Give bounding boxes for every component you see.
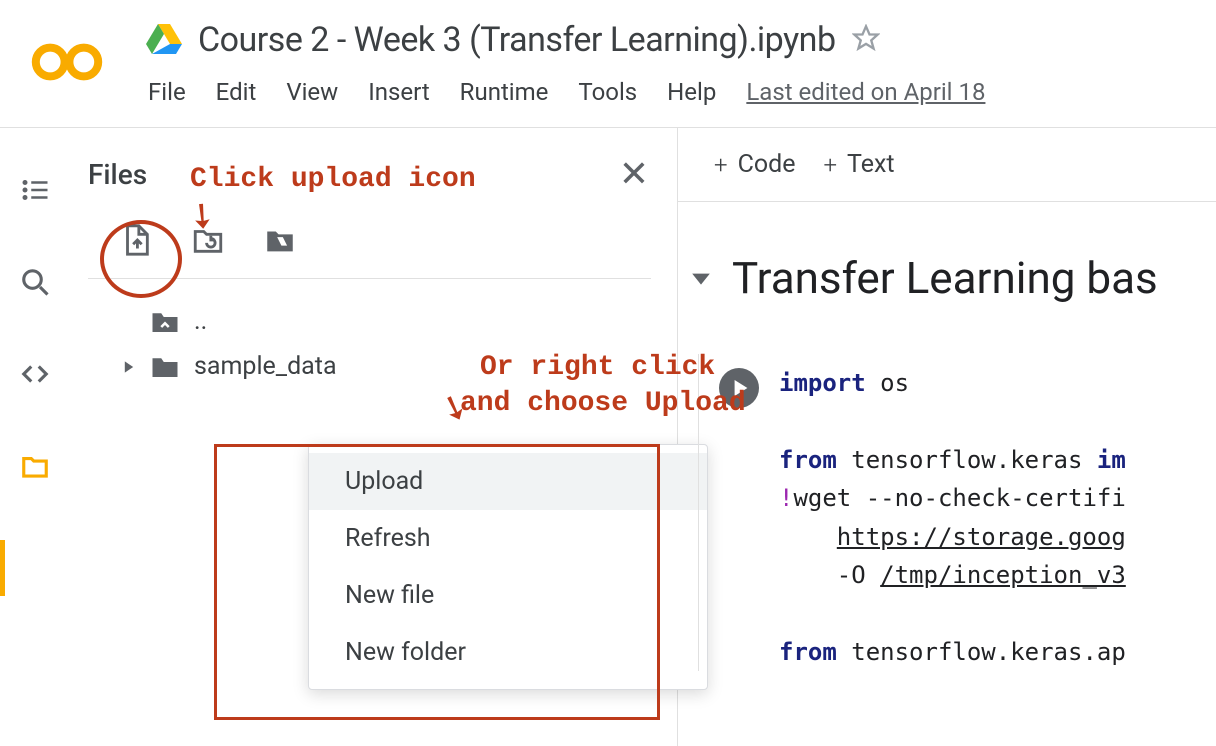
menu-bar: File Edit View Insert Runtime Tools Help… [148, 78, 1216, 106]
parent-folder-label: .. [194, 307, 207, 336]
files-sidebar: Files ✕ .. sample_data [70, 128, 678, 746]
mount-drive-icon[interactable] [260, 220, 300, 260]
toc-icon[interactable] [15, 170, 55, 210]
parent-folder-row[interactable]: .. [122, 299, 677, 344]
last-edited[interactable]: Last edited on April 18 [746, 78, 985, 106]
run-cell-button[interactable] [719, 368, 759, 408]
drive-icon [146, 22, 182, 58]
code-cell[interactable]: import os from tensorflow.keras im!wget … [698, 354, 1216, 671]
files-icon[interactable] [15, 446, 55, 486]
star-icon[interactable] [852, 24, 880, 56]
sidebar-title: Files [88, 158, 147, 191]
menu-help[interactable]: Help [667, 78, 716, 106]
file-tree: .. sample_data [88, 279, 677, 389]
close-icon[interactable]: ✕ [619, 156, 649, 192]
files-toolbar [88, 192, 651, 279]
menu-edit[interactable]: Edit [216, 78, 257, 106]
menu-runtime[interactable]: Runtime [460, 78, 549, 106]
left-rail [0, 128, 70, 746]
ctx-new-file[interactable]: New file [309, 567, 707, 624]
ctx-refresh[interactable]: Refresh [309, 510, 707, 567]
upload-file-icon[interactable] [116, 220, 156, 260]
refresh-folder-icon[interactable] [188, 220, 228, 260]
menu-tools[interactable]: Tools [578, 78, 637, 106]
context-menu: Upload Refresh New file New folder [308, 444, 708, 690]
sample-data-row[interactable]: sample_data [122, 344, 677, 389]
code-snippets-icon[interactable] [15, 354, 55, 394]
ctx-upload[interactable]: Upload [309, 453, 707, 510]
notebook-heading[interactable]: Transfer Learning bas [678, 202, 1216, 334]
code-content[interactable]: import os from tensorflow.keras im!wget … [779, 354, 1126, 671]
header: Course 2 - Week 3 (Transfer Learning).ip… [0, 0, 1216, 128]
rail-indicator [0, 540, 5, 596]
menu-insert[interactable]: Insert [368, 78, 429, 106]
document-title[interactable]: Course 2 - Week 3 (Transfer Learning).ip… [198, 20, 836, 60]
ctx-new-folder[interactable]: New folder [309, 624, 707, 681]
sample-data-label: sample_data [194, 352, 337, 381]
notebook-toolbar: +Code +Text [678, 128, 1216, 202]
add-code-button[interactable]: +Code [714, 150, 795, 179]
menu-file[interactable]: File [148, 78, 186, 106]
search-icon[interactable] [15, 262, 55, 302]
notebook-area: +Code +Text Transfer Learning bas import… [678, 128, 1216, 746]
menu-view[interactable]: View [286, 78, 338, 106]
add-text-button[interactable]: +Text [823, 150, 894, 179]
colab-logo [28, 20, 106, 86]
